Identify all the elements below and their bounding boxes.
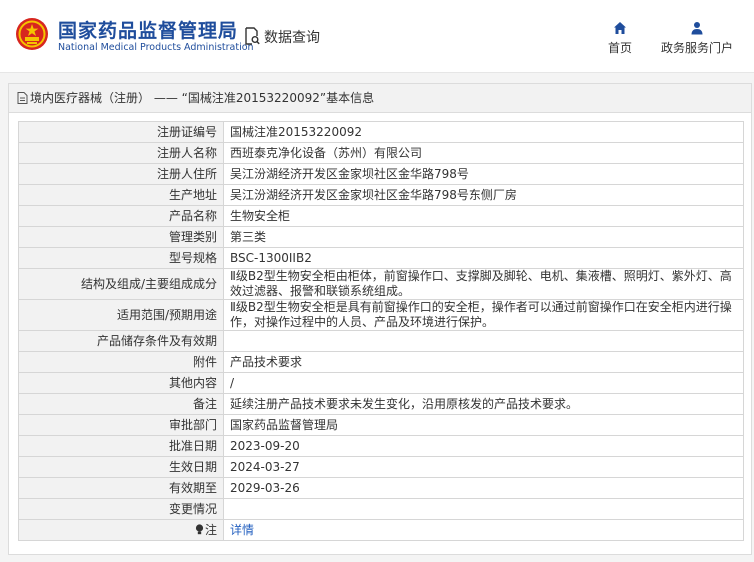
site-name-en: National Medical Products Administration bbox=[58, 42, 254, 53]
table-row-storage: 产品储存条件及有效期 bbox=[18, 330, 744, 352]
row-value: 第三类 bbox=[223, 226, 744, 248]
row-label: 型号规格 bbox=[18, 247, 224, 269]
row-value: 详情 bbox=[223, 519, 744, 541]
table-row-product-name: 产品名称 生物安全柜 bbox=[18, 205, 744, 227]
table-row-registrant-name: 注册人名称 西班泰克净化设备（苏州）有限公司 bbox=[18, 142, 744, 164]
row-label: 产品名称 bbox=[18, 205, 224, 227]
home-icon bbox=[614, 22, 626, 34]
breadcrumb-category[interactable]: 境内医疗器械（注册） bbox=[30, 91, 150, 105]
row-value: 2029-03-26 bbox=[223, 477, 744, 499]
nav-home-label: 首页 bbox=[607, 41, 632, 55]
row-label: 批准日期 bbox=[18, 435, 224, 457]
table-row-attachment: 附件 产品技术要求 bbox=[18, 351, 744, 373]
table-row-approval-date: 批准日期 2023-09-20 bbox=[18, 435, 744, 457]
row-label: 变更情况 bbox=[18, 498, 224, 520]
row-label: 有效期至 bbox=[18, 477, 224, 499]
row-value: BSC-1300IIB2 bbox=[223, 247, 744, 269]
detail-panel: 境内医疗器械（注册） —— “国械注准20153220092”基本信息 注册证编… bbox=[8, 83, 752, 555]
national-emblem-icon bbox=[16, 18, 48, 50]
row-value: 吴江汾湖经济开发区金家坝社区金华路798号东侧厂房 bbox=[223, 184, 744, 206]
row-label: 生效日期 bbox=[18, 456, 224, 478]
nav-portal-label: 政务服务门户 bbox=[660, 41, 733, 55]
row-label: 附件 bbox=[18, 351, 224, 373]
row-value: 产品技术要求 bbox=[223, 351, 744, 373]
bulb-icon bbox=[195, 523, 204, 534]
row-value bbox=[223, 330, 744, 352]
row-label: 注册人住所 bbox=[18, 163, 224, 185]
row-value bbox=[223, 498, 744, 520]
nav-service-portal[interactable]: 政务服务门户 bbox=[655, 21, 739, 56]
breadcrumb: 境内医疗器械（注册） —— “国械注准20153220092”基本信息 bbox=[9, 84, 751, 113]
breadcrumb-title: “国械注准20153220092”基本信息 bbox=[181, 91, 375, 105]
table-row-category: 管理类别 第三类 bbox=[18, 226, 744, 248]
detail-link[interactable]: 详情 bbox=[230, 523, 254, 537]
row-value: 国家药品监督管理局 bbox=[223, 414, 744, 436]
table-row-composition: 结构及组成/主要组成成分 Ⅱ级B2型生物安全柜由柜体，前窗操作口、支撑脚及脚轮、电… bbox=[18, 268, 744, 300]
user-icon bbox=[691, 22, 703, 35]
row-label: 注册证编号 bbox=[18, 121, 224, 143]
row-value: 2024-03-27 bbox=[223, 456, 744, 478]
row-label: 管理类别 bbox=[18, 226, 224, 248]
note-label: 注 bbox=[204, 522, 217, 537]
registration-info-table: 注册证编号 国械注准20153220092 注册人名称 西班泰克净化设备（苏州）有限… bbox=[18, 121, 744, 541]
table-row-effective-date: 生效日期 2024-03-27 bbox=[18, 456, 744, 478]
table-row-remark: 备注 延续注册产品技术要求未发生变化，沿用原核发的产品技术要求。 bbox=[18, 393, 744, 415]
table-row-registrant-address: 注册人住所 吴江汾湖经济开发区金家坝社区金华路798号 bbox=[18, 163, 744, 185]
table-row-expiry-date: 有效期至 2029-03-26 bbox=[18, 477, 744, 499]
table-row-approval-dept: 审批部门 国家药品监督管理局 bbox=[18, 414, 744, 436]
row-value: 2023-09-20 bbox=[223, 435, 744, 457]
row-label: 生产地址 bbox=[18, 184, 224, 206]
table-row-intended-use: 适用范围/预期用途 Ⅱ级B2型生物安全柜是具有前窗操作口的安全柜，操作者可以通过前… bbox=[18, 299, 744, 331]
row-value: Ⅱ级B2型生物安全柜由柜体，前窗操作口、支撑脚及脚轮、电机、集液槽、照明灯、紫外… bbox=[223, 268, 744, 300]
breadcrumb-separator: —— bbox=[150, 91, 182, 105]
table-row-model: 型号规格 BSC-1300IIB2 bbox=[18, 247, 744, 269]
row-label: 结构及组成/主要组成成分 bbox=[18, 268, 224, 300]
table-row-changes: 变更情况 bbox=[18, 498, 744, 520]
row-label: 适用范围/预期用途 bbox=[18, 299, 224, 331]
data-query-label: 数据查询 bbox=[264, 30, 320, 46]
row-value: 国械注准20153220092 bbox=[223, 121, 744, 143]
document-icon bbox=[17, 92, 28, 104]
row-value: 延续注册产品技术要求未发生变化，沿用原核发的产品技术要求。 bbox=[223, 393, 744, 415]
site-name-cn: 国家药品监督管理局 bbox=[58, 20, 239, 42]
row-value: / bbox=[223, 372, 744, 394]
row-label: 产品储存条件及有效期 bbox=[18, 330, 224, 352]
site-header: 国家药品监督管理局 National Medical Products Admi… bbox=[0, 0, 754, 72]
row-value: 吴江汾湖经济开发区金家坝社区金华路798号 bbox=[223, 163, 744, 185]
table-row-other: 其他内容 / bbox=[18, 372, 744, 394]
table-row-production-address: 生产地址 吴江汾湖经济开发区金家坝社区金华路798号东侧厂房 bbox=[18, 184, 744, 206]
table-row-cert-no: 注册证编号 国械注准20153220092 bbox=[18, 121, 744, 143]
data-query-link[interactable]: 数据查询 bbox=[244, 27, 320, 47]
row-value: 西班泰克净化设备（苏州）有限公司 bbox=[223, 142, 744, 164]
table-row-note: 注 详情 bbox=[18, 519, 744, 541]
document-search-icon bbox=[245, 27, 260, 45]
row-value: Ⅱ级B2型生物安全柜是具有前窗操作口的安全柜，操作者可以通过前窗操作口在安全柜内… bbox=[223, 299, 744, 331]
row-value: 生物安全柜 bbox=[223, 205, 744, 227]
row-label: 其他内容 bbox=[18, 372, 224, 394]
row-label: 注 bbox=[18, 519, 224, 541]
row-label: 审批部门 bbox=[18, 414, 224, 436]
row-label: 备注 bbox=[18, 393, 224, 415]
nav-home[interactable]: 首页 bbox=[602, 21, 638, 56]
row-label: 注册人名称 bbox=[18, 142, 224, 164]
